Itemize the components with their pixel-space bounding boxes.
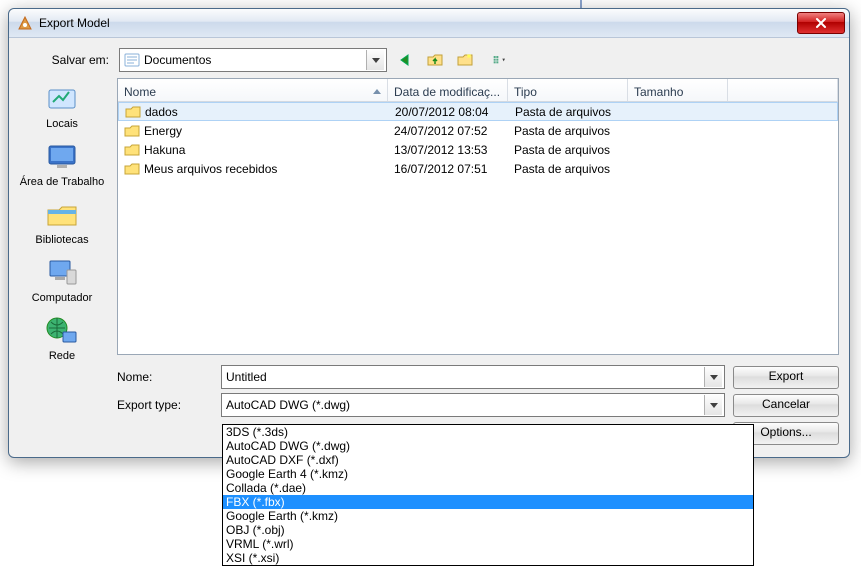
place-network[interactable]: Rede (17, 314, 107, 362)
column-spare (728, 79, 838, 101)
cancel-button[interactable]: Cancelar (733, 394, 839, 417)
column-size[interactable]: Tamanho (628, 79, 728, 101)
filename-label: Nome: (117, 370, 213, 384)
place-desktop[interactable]: Área de Trabalho (17, 140, 107, 188)
place-label: Rede (17, 350, 107, 362)
current-folder-name: Documentos (144, 53, 366, 67)
column-type-label: Tipo (514, 85, 537, 99)
dropdown-option[interactable]: AutoCAD DWG (*.dwg) (223, 439, 753, 453)
column-headers[interactable]: Nome Data de modificaç... Tipo Tamanho (118, 79, 838, 102)
file-date: 20/07/2012 08:04 (389, 105, 509, 119)
file-type: Pasta de arquivos (508, 124, 628, 138)
window-title: Export Model (39, 16, 110, 30)
export-type-label: Export type: (117, 398, 213, 412)
export-type-dropdown[interactable]: 3DS (*.3ds)AutoCAD DWG (*.dwg)AutoCAD DX… (222, 424, 754, 566)
file-type: Pasta de arquivos (508, 143, 628, 157)
folder-icon (124, 143, 140, 157)
dropdown-option[interactable]: 3DS (*.3ds) (223, 425, 753, 439)
export-button[interactable]: Export (733, 366, 839, 389)
view-menu-button[interactable] (483, 48, 519, 72)
file-date: 13/07/2012 13:53 (388, 143, 508, 157)
filename-value: Untitled (226, 370, 704, 384)
dropdown-option[interactable]: XSI (*.xsi) (223, 551, 753, 565)
network-icon (45, 314, 79, 348)
column-date-label: Data de modificaç... (394, 85, 500, 99)
back-button[interactable] (393, 48, 417, 72)
folder-icon (124, 162, 140, 176)
up-one-level-button[interactable] (423, 48, 447, 72)
column-name-label: Nome (124, 85, 156, 99)
file-date: 24/07/2012 07:52 (388, 124, 508, 138)
app-icon (17, 15, 33, 31)
table-row[interactable]: dados 20/07/2012 08:04Pasta de arquivos (118, 102, 838, 121)
file-type: Pasta de arquivos (509, 105, 629, 119)
places-bar: Locais Área de Trabalho Bibliotecas Comp… (11, 78, 113, 447)
table-row[interactable]: Hakuna 13/07/2012 13:53Pasta de arquivos (118, 140, 838, 159)
save-in-label: Salvar em: (31, 53, 113, 67)
file-name: Hakuna (144, 143, 185, 157)
filename-input[interactable]: Untitled (221, 365, 725, 389)
desktop-icon (45, 140, 79, 174)
table-row[interactable]: Energy 24/07/2012 07:52Pasta de arquivos (118, 121, 838, 140)
column-name[interactable]: Nome (118, 79, 388, 101)
dropdown-option[interactable]: VRML (*.wrl) (223, 537, 753, 551)
file-type: Pasta de arquivos (508, 162, 628, 176)
place-label: Bibliotecas (17, 234, 107, 246)
dropdown-option[interactable]: Google Earth (*.kmz) (223, 509, 753, 523)
folder-icon (124, 124, 140, 138)
file-date: 16/07/2012 07:51 (388, 162, 508, 176)
place-label: Computador (17, 292, 107, 304)
file-name: dados (145, 105, 178, 119)
column-date[interactable]: Data de modificaç... (388, 79, 508, 101)
folder-combo[interactable]: Documentos (119, 48, 387, 72)
table-row[interactable]: Meus arquivos recebidos 16/07/2012 07:51P… (118, 159, 838, 178)
export-model-dialog: Export Model Salvar em: Documentos (8, 8, 850, 458)
place-computer[interactable]: Computador (17, 256, 107, 304)
folder-dropdown-handle[interactable] (366, 50, 384, 70)
export-type-value: AutoCAD DWG (*.dwg) (226, 398, 704, 412)
file-list[interactable]: Nome Data de modificaç... Tipo Tamanho d… (117, 78, 839, 355)
place-recent[interactable]: Locais (17, 82, 107, 130)
dropdown-option[interactable]: FBX (*.fbx) (223, 495, 753, 509)
column-size-label: Tamanho (634, 85, 683, 99)
close-button[interactable] (797, 12, 845, 34)
place-label: Área de Trabalho (17, 176, 107, 188)
documents-icon (124, 52, 140, 68)
dropdown-option[interactable]: AutoCAD DXF (*.dxf) (223, 453, 753, 467)
filename-dropdown-handle[interactable] (704, 367, 722, 387)
libraries-icon (45, 198, 79, 232)
recent-places-icon (45, 82, 79, 116)
file-name: Energy (144, 124, 182, 138)
save-in-row: Salvar em: Documentos (11, 42, 839, 78)
dropdown-option[interactable]: Collada (*.dae) (223, 481, 753, 495)
folder-icon (125, 105, 141, 119)
computer-icon (45, 256, 79, 290)
dropdown-option[interactable]: Google Earth 4 (*.kmz) (223, 467, 753, 481)
sort-ascending-icon (373, 89, 381, 94)
dropdown-option[interactable]: OBJ (*.obj) (223, 523, 753, 537)
file-name: Meus arquivos recebidos (144, 162, 277, 176)
column-type[interactable]: Tipo (508, 79, 628, 101)
titlebar[interactable]: Export Model (9, 9, 849, 38)
place-label: Locais (17, 118, 107, 130)
place-libraries[interactable]: Bibliotecas (17, 198, 107, 246)
export-type-combo[interactable]: AutoCAD DWG (*.dwg) (221, 393, 725, 417)
new-folder-button[interactable] (453, 48, 477, 72)
export-type-dropdown-handle[interactable] (704, 395, 722, 415)
